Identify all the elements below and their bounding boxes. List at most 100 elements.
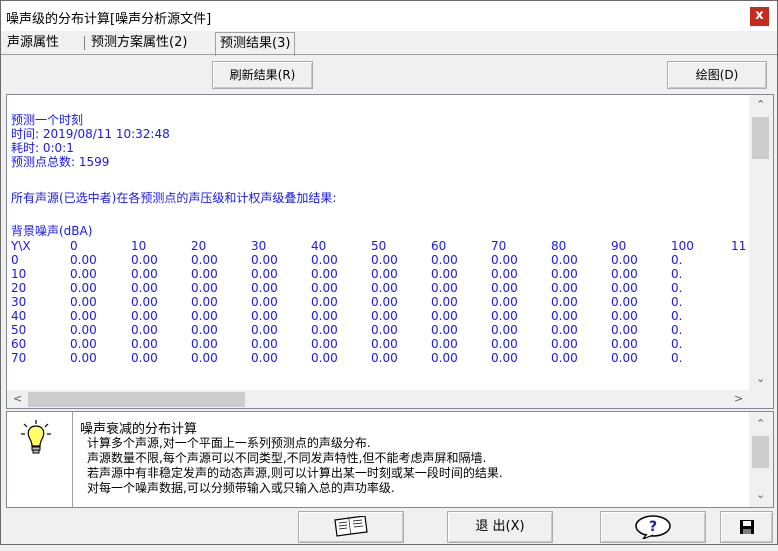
table-cell: 0.00 [551, 309, 578, 323]
tab-separator [84, 36, 85, 50]
table-cell: 0. [671, 351, 683, 365]
table-cell: 0.00 [431, 337, 458, 351]
scroll-left-icon[interactable]: < [13, 392, 22, 406]
table-cell: 0.00 [611, 267, 638, 281]
table-cell: 0.00 [191, 309, 218, 323]
table-cell: 0.00 [371, 253, 398, 267]
info-scroll-thumb[interactable] [752, 436, 769, 468]
info-scroll-up-icon[interactable]: ⌃ [756, 417, 765, 431]
table-cell: 0. [671, 337, 683, 351]
table-cell: 0.00 [551, 253, 578, 267]
info-vertical-scrollbar[interactable]: ⌃ ⌄ [749, 412, 773, 507]
book-icon [334, 515, 368, 537]
table-cell: 0.00 [491, 337, 518, 351]
table-cell: 0.00 [251, 351, 278, 365]
save-icon [739, 520, 754, 534]
table-cell: 0.00 [371, 337, 398, 351]
table-cell: 0.00 [131, 337, 158, 351]
table-cell: 0.00 [371, 295, 398, 309]
output-line: 耗时: 0:0:1 [11, 141, 74, 155]
lightbulb-icon [21, 420, 51, 454]
info-scroll-down-icon[interactable]: ⌄ [756, 488, 765, 502]
manual-button[interactable] [298, 511, 404, 543]
window-title: 噪声级的分布计算[噪声分析源文件] [6, 12, 212, 27]
table-cell: 0.00 [611, 253, 638, 267]
table-cell: 0.00 [191, 267, 218, 281]
output-line: 所有声源(已选中者)在各预测点的声压级和计权声级叠加结果: [11, 191, 337, 205]
table-column-header: 20 [191, 239, 207, 253]
table-cell: 0. [671, 253, 683, 267]
table-cell: 0.00 [431, 351, 458, 365]
table-cell: 0.00 [70, 267, 97, 281]
table-cell: 0.00 [191, 281, 218, 295]
table-cell: 0. [671, 295, 683, 309]
vertical-scroll-thumb[interactable] [752, 117, 769, 159]
table-cell: 0.00 [491, 281, 518, 295]
table-cell: 0.00 [191, 323, 218, 337]
table-cell: 0.00 [251, 337, 278, 351]
table-cell: 0.00 [491, 309, 518, 323]
table-cell: 0.00 [431, 281, 458, 295]
table-cell: 0.00 [551, 295, 578, 309]
table-cell: 0.00 [611, 323, 638, 337]
tab-divider [1, 54, 777, 55]
table-cell: 0.00 [70, 351, 97, 365]
table-cell: 0.00 [371, 351, 398, 365]
table-row-header: 10 [11, 267, 27, 281]
table-cell: 0.00 [191, 351, 218, 365]
table-cell: 0.00 [70, 309, 97, 323]
table-cell: 0.00 [311, 295, 338, 309]
results-output[interactable]: 预测一个时刻 时间: 2019/08/11 10:32:48 耗时: 0:0:1… [6, 94, 774, 409]
table-cell: 0.00 [311, 281, 338, 295]
draw-button[interactable]: 绘图(D) [667, 61, 767, 89]
info-panel: 噪声衰减的分布计算 计算多个声源,对一个平面上一系列预测点的声级分布. 声源数量… [6, 411, 774, 508]
table-cell: 0.00 [70, 253, 97, 267]
refresh-results-button[interactable]: 刷新结果(R) [212, 61, 313, 89]
table-cell: 0.00 [491, 253, 518, 267]
table-cell: 0.00 [551, 337, 578, 351]
info-line: 声源数量不限,每个声源可以不同类型,不同发声特性,但不能考虑声屏和隔墙. [87, 451, 487, 465]
table-cell: 0.00 [551, 351, 578, 365]
table-row-header: 60 [11, 337, 27, 351]
scroll-down-icon[interactable]: ⌄ [756, 372, 765, 386]
table-cell: 0.00 [131, 351, 158, 365]
help-icon: ? [635, 515, 671, 541]
table-cell: 0.00 [70, 337, 97, 351]
vertical-scrollbar[interactable]: ⌃ ⌄ [749, 95, 773, 390]
horizontal-scroll-thumb[interactable] [28, 392, 245, 407]
table-row-header: 20 [11, 281, 27, 295]
table-cell: 0.00 [311, 337, 338, 351]
table-cell: 0.00 [551, 267, 578, 281]
help-button[interactable]: ? [600, 511, 706, 543]
table-cell: 0.00 [491, 295, 518, 309]
table-cell: 0.00 [611, 295, 638, 309]
table-cell: 0.00 [431, 267, 458, 281]
close-button[interactable]: x [750, 7, 769, 26]
output-line: 背景噪声(dBA) [11, 224, 93, 238]
horizontal-scrollbar[interactable]: < > [7, 390, 749, 408]
output-line: 预测一个时刻 [11, 113, 84, 127]
table-cell: 0.00 [311, 253, 338, 267]
scroll-up-icon[interactable]: ⌃ [756, 98, 765, 112]
tab-source-properties[interactable]: 声源属性 [7, 34, 59, 54]
table-corner-header: Y\X [11, 239, 31, 253]
table-cell: 0.00 [311, 351, 338, 365]
table-cell: 0.00 [371, 323, 398, 337]
table-cell: 0.00 [191, 253, 218, 267]
table-cell: 0.00 [491, 267, 518, 281]
info-line: 若声源中有非稳定发声的动态声源,则可以计算出某一时刻或某一段时间的结果. [87, 466, 503, 480]
table-column-header: 11 [731, 239, 747, 253]
tab-prediction-results[interactable]: 预测结果(3) [215, 32, 296, 56]
table-column-header: 90 [611, 239, 627, 253]
save-button[interactable] [720, 511, 773, 543]
table-cell: 0.00 [251, 295, 278, 309]
table-column-header: 70 [491, 239, 507, 253]
exit-button[interactable]: 退 出(X) [447, 511, 553, 543]
table-cell: 0.00 [491, 351, 518, 365]
table-cell: 0.00 [131, 309, 158, 323]
table-cell: 0.00 [251, 253, 278, 267]
table-cell: 0.00 [551, 323, 578, 337]
scroll-right-icon[interactable]: > [734, 392, 743, 406]
table-cell: 0.00 [431, 309, 458, 323]
tab-plan-properties[interactable]: 预测方案属性(2) [91, 34, 187, 54]
